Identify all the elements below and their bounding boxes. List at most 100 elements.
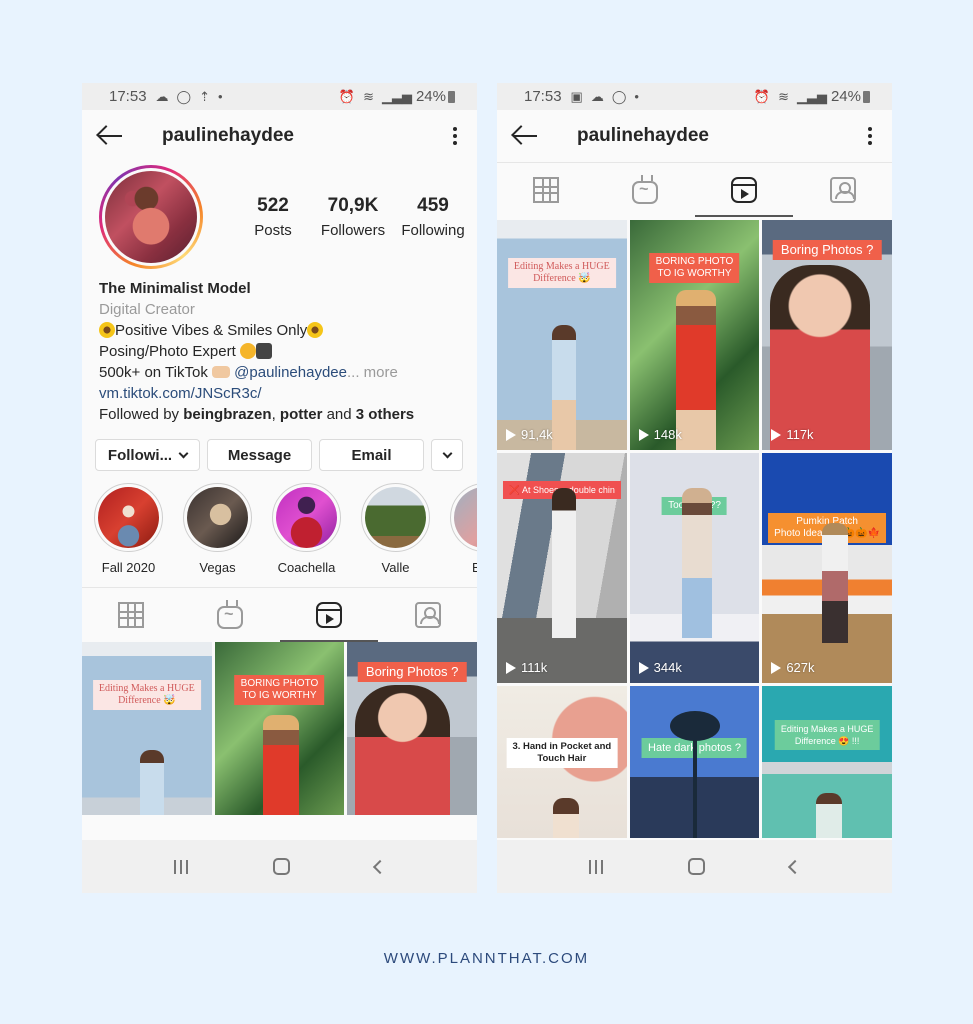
igtv-icon	[632, 180, 659, 204]
tab-posts-grid[interactable]	[497, 163, 596, 217]
recent-apps-icon[interactable]	[589, 859, 604, 874]
reel-subject	[816, 793, 843, 838]
bio-mention-link[interactable]: @paulinehaydee	[234, 364, 347, 381]
play-icon	[506, 428, 516, 441]
message-button[interactable]: Message	[207, 439, 312, 471]
view-count-text: 117k	[786, 427, 814, 442]
highlight-cover	[454, 487, 477, 548]
android-nav-bar	[82, 840, 477, 893]
sunflower-icon	[307, 322, 324, 338]
avatar[interactable]	[99, 165, 203, 269]
view-count-text: 91,4k	[521, 427, 553, 442]
reels-icon	[730, 177, 757, 203]
tab-posts-grid[interactable]	[82, 588, 181, 642]
reel-thumbnail[interactable]: Too Shy??? 344k	[629, 453, 760, 683]
tab-tagged[interactable]	[793, 163, 892, 217]
highlight-label: Fall 2020	[101, 560, 156, 575]
phone-screenshot-reels: 17:53 ▣ ☁ ◯ • ⏰ ≋ ▁▃▅ 24% paulinehaydee …	[497, 83, 892, 893]
reel-caption: BORING PHOTO TO IG WORTHY	[649, 253, 740, 283]
reel-thumbnail[interactable]: BORING PHOTO TO IG WORTHY 148k	[629, 220, 760, 450]
tab-reels[interactable]	[694, 163, 794, 217]
reel-caption: Editing Makes a HUGE Difference 🤯	[92, 680, 201, 710]
highlight-label: Valle	[381, 560, 410, 575]
reel-thumbnail[interactable]: Hate dark photos ?	[629, 686, 760, 838]
profile-header: 522 Posts 70,9K Followers 459 Following	[82, 162, 477, 269]
stat-label: Posts	[254, 222, 292, 239]
profile-stats: 522 Posts 70,9K Followers 459 Following	[233, 195, 473, 239]
reel-thumbnail[interactable]: Editing Makes a HUGE Difference 🤯 91,4k	[497, 220, 627, 450]
pointing-hand-icon	[211, 366, 230, 378]
reel-thumbnail[interactable]: BORING PHOTO TO IG WORTHY	[214, 642, 345, 815]
dot-icon: •	[634, 89, 639, 104]
following-button[interactable]: Followi...	[95, 439, 200, 471]
more-options-icon[interactable]	[860, 124, 880, 148]
top-nav: paulinehaydee	[82, 110, 477, 162]
highlight-item[interactable]: Coachella	[272, 483, 341, 575]
status-time: 17:53	[524, 88, 562, 105]
reel-view-count: 148k	[638, 427, 682, 442]
stat-posts[interactable]: 522 Posts	[233, 195, 313, 239]
bio-more-link[interactable]: ... more	[347, 364, 398, 381]
tab-igtv[interactable]	[181, 588, 280, 642]
footer-website-url[interactable]: WWW.PLANNTHAT.COM	[0, 950, 973, 967]
more-options-icon[interactable]	[445, 124, 465, 148]
highlight-item[interactable]: Fall 2020	[94, 483, 163, 575]
bio-name: The Minimalist Model	[99, 280, 251, 297]
highlight-cover	[98, 487, 159, 548]
reel-thumbnail[interactable]: 3. Hand in Pocket and Touch Hair	[497, 686, 627, 838]
reel-thumbnail[interactable]: ❌ At Shoes = double chin 111k	[497, 453, 627, 683]
profile-bio: The Minimalist Model Digital Creator Pos…	[82, 268, 477, 425]
highlight-label: Vegas	[199, 560, 236, 575]
play-icon	[638, 661, 649, 674]
suggested-accounts-button[interactable]	[431, 439, 463, 471]
reels-icon	[315, 602, 342, 628]
weather-icon: ☁	[590, 89, 604, 104]
bio-website-link[interactable]: vm.tiktok.com/JNScR3c/	[99, 383, 460, 404]
followed-by[interactable]: Followed by beingbrazen, potter and 3 ot…	[99, 404, 460, 425]
gallery-icon: ▣	[570, 89, 583, 104]
status-bar: 17:53 ☁ ◯ ⇡ • ⏰ ≋ ▁▃▅ 24%	[82, 83, 477, 110]
highlight-item[interactable]: Vegas	[183, 483, 252, 575]
reel-thumbnail[interactable]: Editing Makes a HUGE Difference 🤯	[82, 642, 212, 815]
profile-actions: Followi... Message Email	[82, 425, 477, 471]
igtv-icon	[217, 605, 244, 629]
bio-line-2-text: Posing/Photo Expert	[99, 343, 240, 360]
home-icon[interactable]	[272, 858, 290, 875]
stat-followers[interactable]: 70,9K Followers	[313, 195, 393, 239]
battery-percent: 24%	[830, 88, 861, 105]
nav-back-icon[interactable]	[372, 859, 387, 874]
tab-igtv[interactable]	[596, 163, 695, 217]
camera-flash-icon	[255, 343, 272, 359]
tab-tagged[interactable]	[378, 588, 477, 642]
view-count-text: 111k	[521, 660, 548, 675]
reel-thumbnail[interactable]: Pumkin Patch Photo Ideas 🎃🎃🎃🍁 627k	[762, 453, 892, 683]
nav-back-icon[interactable]	[787, 859, 802, 874]
reel-subject	[140, 750, 164, 815]
play-icon	[638, 428, 649, 441]
stat-following[interactable]: 459 Following	[393, 195, 473, 239]
view-count-text: 627k	[786, 660, 815, 675]
followed-by-prefix: Followed by	[99, 406, 184, 423]
highlight-item[interactable]: Valle	[361, 483, 430, 575]
reel-thumbnail[interactable]: Boring Photos ?	[347, 642, 477, 815]
reel-subject	[822, 523, 849, 643]
back-arrow-icon[interactable]	[96, 124, 124, 148]
recent-apps-icon[interactable]	[174, 859, 189, 874]
reel-thumbnail[interactable]: Editing Makes a HUGE Difference 😍 !!!	[762, 686, 892, 838]
back-arrow-icon[interactable]	[511, 124, 539, 148]
whatsapp-icon: ◯	[176, 89, 192, 104]
sunflower-icon	[99, 322, 115, 338]
reel-thumbnail[interactable]: Boring Photos ? 117k	[762, 220, 892, 450]
stat-label: Following	[401, 222, 465, 239]
home-icon[interactable]	[687, 858, 705, 875]
tab-reels[interactable]	[279, 588, 379, 642]
email-button[interactable]: Email	[319, 439, 424, 471]
status-bar: 17:53 ▣ ☁ ◯ • ⏰ ≋ ▁▃▅ 24%	[497, 83, 892, 110]
bio-line-3: 500k+ on TikTok @paulinehaydee... more	[99, 362, 460, 383]
highlight-item[interactable]: Bi	[450, 483, 477, 575]
reel-subject	[553, 798, 579, 838]
top-nav: paulinehaydee	[497, 110, 892, 162]
following-button-label: Followi...	[107, 446, 173, 464]
followed-by-user: potter	[279, 406, 323, 423]
reel-caption: Boring Photos ?	[772, 240, 882, 260]
